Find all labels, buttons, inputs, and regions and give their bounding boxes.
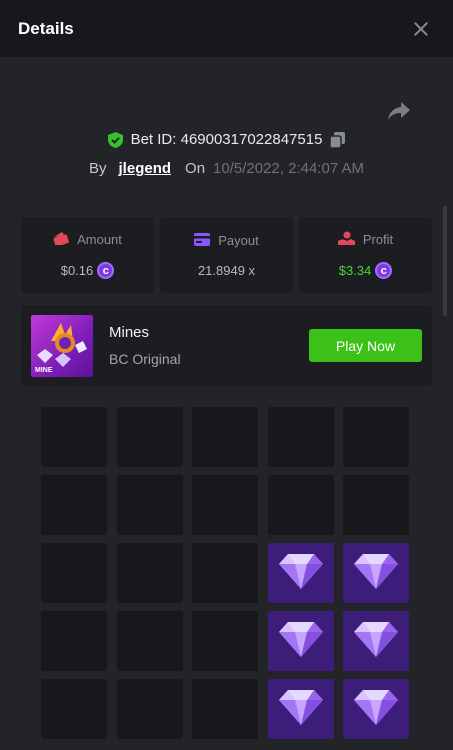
hidden-tile[interactable] (41, 543, 107, 603)
game-name: Mines (109, 324, 150, 341)
gem-tile[interactable] (343, 543, 409, 603)
gem-icon (353, 620, 399, 663)
gem-icon (278, 552, 324, 595)
hidden-tile[interactable] (192, 611, 258, 671)
game-subtitle: BC Original (109, 351, 181, 367)
gem-icon (278, 620, 324, 663)
hidden-tile[interactable] (192, 475, 258, 535)
gem-tile[interactable] (343, 611, 409, 671)
gem-tile[interactable] (267, 679, 334, 739)
hidden-tile[interactable] (192, 543, 258, 603)
gem-icon (353, 688, 399, 731)
profit-icon (337, 231, 355, 248)
hidden-tile[interactable] (41, 611, 107, 671)
page-title: Details (18, 18, 74, 38)
coin-icon: c (375, 262, 393, 279)
bet-id-row: Bet ID: 46900317022847515 (0, 131, 453, 148)
hidden-tile[interactable] (116, 475, 183, 535)
bet-stats: Amount $0.16 c Payout 21.8949 x Profit $… (21, 217, 432, 293)
by-label: By (89, 160, 107, 177)
hidden-tile[interactable] (41, 679, 107, 739)
hidden-tile[interactable] (116, 407, 183, 467)
profit-value: $3.34 (338, 263, 372, 278)
play-now-button[interactable]: Play Now (309, 329, 422, 362)
hidden-tile[interactable] (192, 407, 258, 467)
username-link[interactable]: jlegend (119, 160, 172, 177)
coin-icon: c (97, 262, 115, 279)
share-icon[interactable] (387, 100, 411, 122)
close-icon[interactable] (411, 19, 431, 39)
hidden-tile[interactable] (116, 611, 183, 671)
mines-board (41, 407, 409, 739)
profit-stat: Profit $3.34 c (299, 217, 432, 293)
gem-tile[interactable] (267, 611, 334, 671)
wallet-icon (53, 231, 69, 248)
hidden-tile[interactable] (267, 475, 334, 535)
on-label: On (185, 160, 206, 177)
hidden-tile[interactable] (192, 679, 258, 739)
hidden-tile[interactable] (41, 475, 107, 535)
gem-icon (278, 688, 324, 731)
copy-icon[interactable] (330, 131, 346, 148)
hidden-tile[interactable] (343, 407, 409, 467)
bet-datetime: 10/5/2022, 2:44:07 AM (213, 160, 364, 177)
amount-stat: Amount $0.16 c (21, 217, 154, 293)
bet-id: Bet ID: 46900317022847515 (130, 131, 323, 148)
amount-value: $0.16 (60, 263, 94, 278)
hidden-tile[interactable] (41, 407, 107, 467)
card-icon (194, 232, 211, 249)
gem-icon (353, 552, 399, 595)
game-card: MINE Mines BC Original Play Now (21, 305, 432, 386)
payout-stat: Payout 21.8949 x (160, 217, 293, 293)
hidden-tile[interactable] (343, 475, 409, 535)
hidden-tile[interactable] (116, 543, 183, 603)
mines-thumbnail[interactable]: MINE (31, 315, 93, 377)
gem-tile[interactable] (267, 543, 334, 603)
amount-label: Amount (77, 232, 122, 247)
hidden-tile[interactable] (267, 407, 334, 467)
scrollbar[interactable] (443, 206, 447, 316)
payout-label: Payout (218, 233, 259, 248)
thumbnail-label: MINE (35, 367, 53, 374)
gem-tile[interactable] (343, 679, 409, 739)
profit-label: Profit (362, 232, 394, 247)
payout-value: 21.8949 x (197, 262, 256, 278)
hidden-tile[interactable] (116, 679, 183, 739)
details-header: Details (0, 0, 453, 57)
bet-meta-row: By jlegend On 10/5/2022, 2:44:07 AM (0, 160, 453, 177)
verified-shield-icon (107, 131, 123, 148)
